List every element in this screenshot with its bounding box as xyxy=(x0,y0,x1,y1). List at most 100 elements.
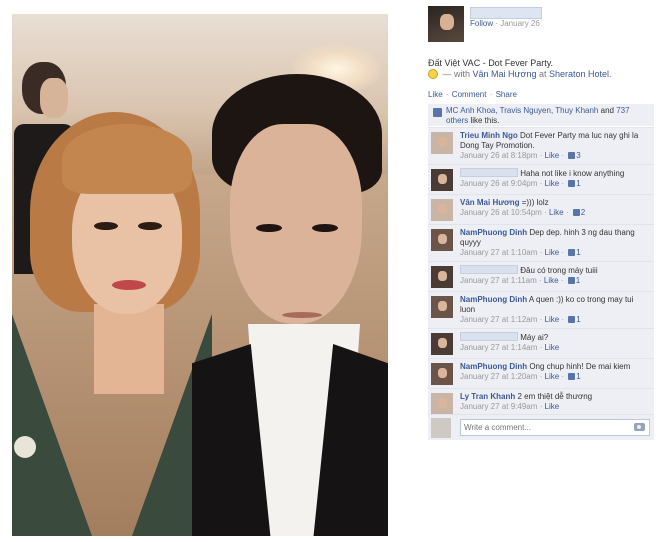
comment-text: Đâu có trong máy tuiii xyxy=(518,266,598,275)
tagged-person-link[interactable]: Vân Mai Hương xyxy=(473,69,537,79)
comment-like-count[interactable]: 3 xyxy=(566,151,581,160)
comment-like-count[interactable]: 1 xyxy=(566,276,580,285)
action-dot: · xyxy=(487,90,495,99)
comment-like-button[interactable]: Like xyxy=(545,343,560,352)
comment-like-button[interactable]: Like xyxy=(545,402,560,411)
commenter-avatar[interactable] xyxy=(431,266,453,288)
comment-like-button[interactable]: Like xyxy=(549,208,564,217)
share-button[interactable]: Share xyxy=(496,90,517,99)
comment-time[interactable]: January 27 at 1:12am xyxy=(460,315,537,324)
comment-meta: January 26 at 8:18pm · Like · 3 xyxy=(460,151,581,160)
thumbs-up-icon xyxy=(433,108,442,117)
comment-author[interactable]: Vân Mai Hương xyxy=(460,198,519,207)
thumbs-up-icon xyxy=(568,180,576,187)
comment-time[interactable]: January 27 at 1:20am xyxy=(460,372,537,381)
likes-and: and xyxy=(598,106,617,115)
commenter-avatar[interactable] xyxy=(431,169,453,191)
comment-like-button[interactable]: Like xyxy=(545,248,560,257)
commenter-avatar[interactable] xyxy=(431,393,453,415)
comment-like-count[interactable]: 1 xyxy=(566,179,581,188)
at-word: at xyxy=(536,69,549,79)
comment-time[interactable]: January 27 at 1:11am xyxy=(460,276,537,285)
thumbs-up-icon xyxy=(568,373,576,380)
comment-body: NamPhuong Dinh Ong chup hinh! De mai kie… xyxy=(460,362,650,372)
comment-time[interactable]: January 27 at 1:14am xyxy=(460,343,537,352)
comment-meta: January 27 at 1:11am · Like · 1 xyxy=(460,276,581,285)
with-prefix: — with xyxy=(440,69,473,79)
comment-like-button[interactable]: Like xyxy=(544,276,559,285)
comment-body: NamPhuong Dinh Dep dep. hinh 3 ng dau th… xyxy=(460,228,650,248)
follow-link[interactable]: Follow xyxy=(470,19,493,28)
comment-like-button[interactable]: Like xyxy=(545,179,560,188)
comment-time[interactable]: January 26 at 8:18pm xyxy=(460,151,537,160)
comment-text: Haha not like i know anything xyxy=(518,169,625,178)
comment-text: Máy ai? xyxy=(518,333,549,342)
likers-names[interactable]: MC Anh Khoa, Travis Nguyen, Thuy Khanh xyxy=(446,106,598,115)
comment-time[interactable]: January 26 at 10:54pm xyxy=(460,208,542,217)
comment-text: Ong chup hinh! De mai kiem xyxy=(527,362,631,371)
comment-composer xyxy=(428,414,654,440)
with-period: . xyxy=(609,69,612,79)
comment-text: 2 em thiệt dễ thương xyxy=(515,392,593,401)
comment-like-count[interactable]: 1 xyxy=(566,315,581,324)
comment-body: Máy ai? xyxy=(460,332,650,343)
comment-body: Ly Tran Khanh 2 em thiệt dễ thương xyxy=(460,392,650,402)
current-user-avatar xyxy=(431,418,451,438)
poster-avatar[interactable] xyxy=(428,6,464,42)
post-date[interactable]: January 26 xyxy=(500,19,540,28)
comment-body: Đâu có trong máy tuiii xyxy=(460,265,650,276)
commenter-avatar[interactable] xyxy=(431,199,453,221)
comment-like-count[interactable]: 2 xyxy=(571,208,585,217)
comment-author-redacted[interactable] xyxy=(460,265,518,274)
comment-button[interactable]: Comment xyxy=(452,90,487,99)
comment-author[interactable]: Ly Tran Khanh xyxy=(460,392,515,401)
comment-meta: January 27 at 1:12am · Like · 1 xyxy=(460,315,581,324)
commenter-avatar[interactable] xyxy=(431,229,453,251)
comment-like-button[interactable]: Like xyxy=(545,315,560,324)
comment-meta: January 26 at 9:04pm · Like · 1 xyxy=(460,179,581,188)
comment-time[interactable]: January 26 at 9:04pm xyxy=(460,179,537,188)
commenter-avatar[interactable] xyxy=(431,363,453,385)
thumbs-up-icon xyxy=(568,249,576,256)
comment-meta: January 27 at 1:10am · Like · 1 xyxy=(460,248,581,257)
thumbs-up-icon xyxy=(567,277,575,284)
comment-like-count[interactable]: 1 xyxy=(566,372,581,381)
place-link[interactable]: Sheraton Hotel xyxy=(549,69,609,79)
camera-icon[interactable] xyxy=(634,423,645,431)
comment-item: NamPhuong Dinh Ong chup hinh! De mai kie… xyxy=(428,358,654,388)
comment-like-button[interactable]: Like xyxy=(545,372,560,381)
post-with-line: — with Vân Mai Hương at Sheraton Hotel. xyxy=(428,69,612,79)
comment-author[interactable]: Trieu Minh Ngo xyxy=(460,131,518,140)
comment-item: NamPhuong Dinh Dep dep. hinh 3 ng dau th… xyxy=(428,224,654,261)
comment-author[interactable]: NamPhuong Dinh xyxy=(460,295,527,304)
comment-body: Haha not like i know anything xyxy=(460,168,650,179)
poster-name-redacted[interactable] xyxy=(470,7,542,19)
comment-like-button[interactable]: Like xyxy=(545,151,560,160)
comment-author-redacted[interactable] xyxy=(460,332,518,341)
comment-author[interactable]: NamPhuong Dinh xyxy=(460,362,527,371)
comment-meta: January 27 at 1:14am · Like xyxy=(460,343,560,352)
comment-item: Haha not like i know anything January 26… xyxy=(428,164,654,194)
post-details-panel: Follow · January 26 Đất Việt VAC - Dot F… xyxy=(428,0,660,542)
action-dot: · xyxy=(443,90,451,99)
comment-time[interactable]: January 27 at 9:49am xyxy=(460,402,537,411)
commenter-avatar[interactable] xyxy=(431,333,453,355)
comment-body: Trieu Minh Ngo Dot Fever Party ma luc na… xyxy=(460,131,650,151)
comment-author-redacted[interactable] xyxy=(460,168,518,177)
post-photo[interactable] xyxy=(12,14,388,536)
thumbs-up-icon xyxy=(568,316,576,323)
comment-like-count[interactable]: 1 xyxy=(566,248,581,257)
like-button[interactable]: Like xyxy=(428,90,443,99)
comment-list: Trieu Minh Ngo Dot Fever Party ma luc na… xyxy=(428,127,654,418)
commenter-avatar[interactable] xyxy=(431,132,453,154)
likes-suffix: like this. xyxy=(468,116,500,125)
comment-item: Đâu có trong máy tuiii January 27 at 1:1… xyxy=(428,261,654,291)
comment-item: Trieu Minh Ngo Dot Fever Party ma luc na… xyxy=(428,127,654,164)
comment-time[interactable]: January 27 at 1:10am xyxy=(460,248,537,257)
photo-woman xyxy=(12,104,222,536)
comment-item: NamPhuong Dinh A quen :)) ko co trong ma… xyxy=(428,291,654,328)
write-comment-input[interactable] xyxy=(460,419,650,436)
commenter-avatar[interactable] xyxy=(431,296,453,318)
comment-author[interactable]: NamPhuong Dinh xyxy=(460,228,527,237)
poster-meta: Follow · January 26 xyxy=(470,19,540,28)
